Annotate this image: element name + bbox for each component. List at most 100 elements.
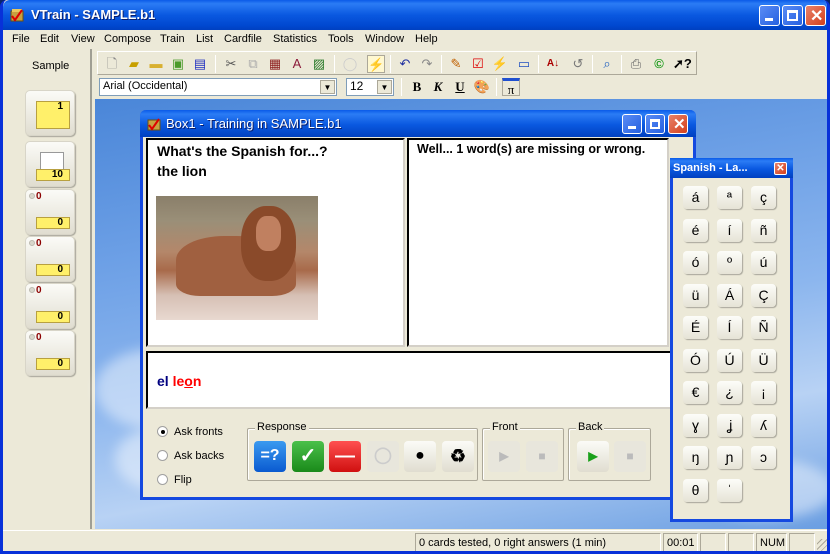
menu-window[interactable]: Window xyxy=(365,33,404,45)
key-button[interactable]: ɣ xyxy=(683,413,708,437)
key-button[interactable]: € xyxy=(683,381,708,404)
key-button[interactable]: É xyxy=(683,316,708,339)
key-button[interactable]: ¿ xyxy=(717,381,742,404)
format-icon[interactable]: A xyxy=(288,55,306,73)
box-2[interactable]: 10 xyxy=(25,141,75,187)
edit-card-icon[interactable]: ✎ xyxy=(447,55,465,73)
key-button[interactable]: ˈ xyxy=(717,478,742,502)
key-button[interactable]: θ xyxy=(683,478,708,502)
key-button[interactable]: ñ xyxy=(751,218,776,242)
hint-button[interactable]: ◯ xyxy=(367,441,399,472)
cut-icon[interactable]: ✂ xyxy=(222,55,240,73)
italic-button[interactable]: K xyxy=(429,78,447,96)
check-box-icon[interactable]: ☑ xyxy=(469,55,487,73)
key-button[interactable]: º xyxy=(717,251,742,274)
redo-icon[interactable]: ↷ xyxy=(418,55,436,73)
key-button[interactable]: ª xyxy=(717,186,742,209)
key-button[interactable]: Í xyxy=(717,316,742,339)
child-maximize-button[interactable] xyxy=(645,114,665,134)
print-icon[interactable]: ⎙ xyxy=(627,55,645,73)
key-button[interactable]: á xyxy=(683,186,708,209)
key-button[interactable]: ɲ xyxy=(717,446,742,469)
chevron-down-icon[interactable]: ▼ xyxy=(377,80,392,94)
menu-file[interactable]: File xyxy=(12,33,30,45)
open-folder-icon[interactable]: ▰ xyxy=(125,55,143,73)
keyboard-titlebar[interactable]: Spanish - La... ✕ xyxy=(670,158,793,178)
child-minimize-button[interactable] xyxy=(622,114,642,134)
wrong-answer-button[interactable]: — xyxy=(329,441,361,472)
import-icon[interactable]: ▣ xyxy=(169,55,187,73)
menu-compose[interactable]: Compose xyxy=(104,33,151,45)
key-button[interactable]: Ñ xyxy=(751,316,776,339)
key-button[interactable]: ó xyxy=(683,251,708,274)
key-button[interactable]: Ü xyxy=(751,348,776,372)
key-button[interactable]: ú xyxy=(751,251,776,274)
font-size-select[interactable]: 12 ▼ xyxy=(346,78,394,96)
menu-tools[interactable]: Tools xyxy=(328,33,354,45)
copyright-icon[interactable]: © xyxy=(650,55,668,73)
flash-box-icon[interactable]: ⚡ xyxy=(491,55,509,73)
box-6[interactable]: 0 0 xyxy=(25,330,75,376)
sort-az-icon[interactable]: A↓ xyxy=(544,55,562,73)
answer-pane[interactable]: el leon xyxy=(146,351,673,409)
maximize-button[interactable] xyxy=(782,5,803,26)
ask-backs-radio[interactable]: Ask backs xyxy=(157,450,224,462)
hint-bulb-icon[interactable]: ◯ xyxy=(341,55,359,73)
chevron-down-icon[interactable]: ▼ xyxy=(320,80,335,94)
open-box-icon[interactable]: ▬ xyxy=(147,55,165,73)
copy-icon[interactable]: ⧉ xyxy=(244,55,262,73)
recycle-button[interactable]: ♻ xyxy=(442,441,474,472)
title-bar[interactable]: VTrain - SAMPLE.b1 ✕ xyxy=(3,0,827,30)
lock-button[interactable]: ● xyxy=(404,441,436,472)
back-stop-button[interactable]: ■ xyxy=(614,441,646,472)
underline-button[interactable]: U xyxy=(451,78,469,96)
key-button[interactable]: ü xyxy=(683,283,708,307)
key-button[interactable]: ɔ xyxy=(751,446,776,469)
key-button[interactable]: í xyxy=(717,218,742,242)
window-icon[interactable]: ▭ xyxy=(515,55,533,73)
key-button[interactable]: Á xyxy=(717,283,742,307)
resize-grip[interactable] xyxy=(817,539,827,551)
color-palette-icon[interactable]: 🎨 xyxy=(473,78,491,96)
show-answer-button[interactable]: =? xyxy=(254,441,286,472)
bold-button[interactable]: B xyxy=(408,78,426,96)
context-help-icon[interactable]: ➚? xyxy=(673,55,692,73)
minimize-button[interactable] xyxy=(759,5,780,26)
menu-edit[interactable]: Edit xyxy=(40,33,59,45)
refresh-icon[interactable]: ↺ xyxy=(569,55,587,73)
box-1[interactable]: 1 xyxy=(25,90,75,136)
box-5[interactable]: 0 0 xyxy=(25,283,75,329)
preview-icon[interactable]: ⌕ xyxy=(598,55,616,73)
key-button[interactable]: Ó xyxy=(683,348,708,372)
box-4[interactable]: 0 0 xyxy=(25,236,75,282)
menu-list[interactable]: List xyxy=(196,33,213,45)
child-close-button[interactable]: ✕ xyxy=(668,114,688,134)
box-3[interactable]: 0 0 xyxy=(25,189,75,235)
key-button[interactable]: ç xyxy=(751,186,776,209)
close-button[interactable]: ✕ xyxy=(805,5,826,26)
flip-radio[interactable]: Flip xyxy=(157,474,192,486)
menu-view[interactable]: View xyxy=(71,33,95,45)
front-stop-button[interactable]: ■ xyxy=(526,441,558,472)
key-button[interactable]: ʝ xyxy=(717,413,742,437)
training-window-titlebar[interactable]: Box1 - Training in SAMPLE.b1 ✕ xyxy=(140,110,696,137)
font-select[interactable]: Arial (Occidental) ▼ xyxy=(99,78,337,96)
undo-icon[interactable]: ↶ xyxy=(396,55,414,73)
key-button[interactable]: ŋ xyxy=(683,446,708,469)
key-button[interactable]: é xyxy=(683,218,708,242)
picture-icon[interactable]: ▨ xyxy=(310,55,328,73)
menu-help[interactable]: Help xyxy=(415,33,438,45)
menu-train[interactable]: Train xyxy=(160,33,185,45)
paste-icon[interactable]: ▦ xyxy=(266,55,284,73)
back-play-button[interactable]: ▶ xyxy=(577,441,609,472)
right-answer-button[interactable]: ✓ xyxy=(292,441,324,472)
menu-cardfile[interactable]: Cardfile xyxy=(224,33,262,45)
front-play-button[interactable]: ▶ xyxy=(488,441,520,472)
keyboard-close-button[interactable]: ✕ xyxy=(774,162,787,175)
ask-fronts-radio[interactable]: Ask fronts xyxy=(157,426,223,438)
key-button[interactable]: Ç xyxy=(751,283,776,307)
key-button[interactable]: ¡ xyxy=(751,381,776,404)
new-file-icon[interactable]: 🗋 xyxy=(103,55,121,73)
key-button[interactable]: ʎ xyxy=(751,413,776,437)
key-button[interactable]: Ú xyxy=(717,348,742,372)
